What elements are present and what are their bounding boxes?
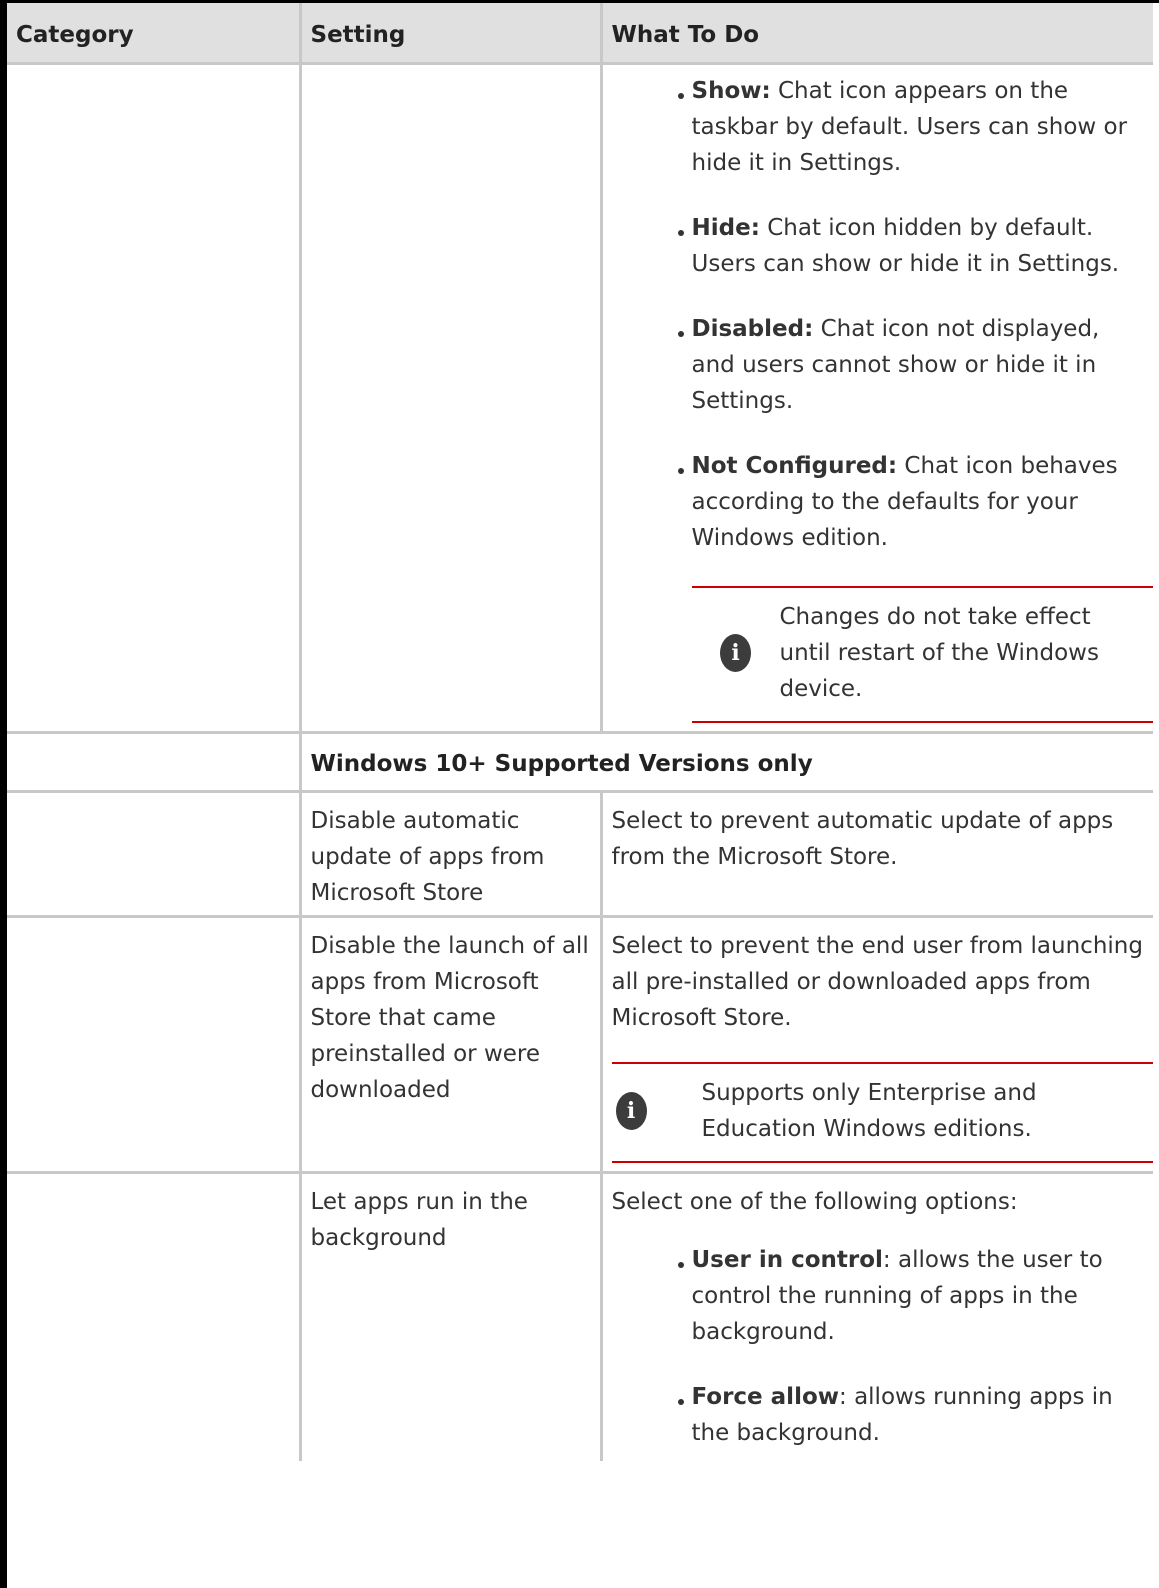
header-what-to-do: What To Do (599, 3, 1153, 65)
setting-cell: Disable automatic update of apps from Mi… (298, 790, 603, 918)
category-cell (7, 1171, 302, 1461)
description-text: Select one of the following options: (611, 1189, 1018, 1215)
left-border-rule (0, 0, 7, 1588)
info-icon: i (615, 1092, 647, 1130)
section-heading: Windows 10+ Supported Versions only (298, 731, 1153, 793)
list-item: Hide: Chat icon hidden by default. Users… (677, 210, 1146, 282)
table-row: Disable the launch of all apps from Micr… (7, 915, 1153, 1174)
info-icon: i (720, 634, 751, 672)
note-text: Supports only Enterprise and Education W… (701, 1080, 1037, 1142)
chat-options-list: Show: Chat icon appears on the taskbar b… (612, 73, 1146, 556)
setting-cell: Let apps run in the background (298, 1171, 603, 1461)
what-to-do-cell: Select one of the following options: Use… (599, 1171, 1153, 1461)
table-header-row: Category Setting What To Do (7, 3, 1153, 65)
what-to-do-cell: Show: Chat icon appears on the taskbar b… (599, 62, 1153, 734)
note-text: Changes do not take effect until restart… (779, 604, 1099, 702)
table-row: Show: Chat icon appears on the taskbar b… (7, 62, 1153, 734)
background-options-list: User in control: allows the user to cont… (612, 1242, 1146, 1451)
category-cell (7, 731, 302, 793)
info-note: i Changes do not take effect until resta… (691, 586, 1153, 723)
list-item: Disabled: Chat icon not displayed, and u… (677, 311, 1146, 419)
section-row: Windows 10+ Supported Versions only (7, 731, 1153, 793)
what-to-do-cell: Select to prevent automatic update of ap… (599, 790, 1153, 918)
category-cell (7, 790, 302, 918)
setting-cell (298, 62, 603, 734)
what-to-do-cell: Select to prevent the end user from laun… (599, 915, 1153, 1174)
description-text: Select to prevent the end user from laun… (611, 933, 1143, 1031)
list-item: Not Configured: Chat icon behaves accord… (677, 448, 1146, 556)
setting-cell: Disable the launch of all apps from Micr… (298, 915, 603, 1174)
info-note: i Supports only Enterprise and Education… (611, 1062, 1153, 1163)
list-item: Force allow: allows running apps in the … (677, 1379, 1146, 1451)
table-row: Let apps run in the background Select on… (7, 1171, 1153, 1461)
settings-table: Category Setting What To Do Show: Chat i… (7, 3, 1153, 1461)
header-category: Category (7, 3, 302, 65)
table-row: Disable automatic update of apps from Mi… (7, 790, 1153, 918)
header-setting: Setting (298, 3, 603, 65)
document-page: Category Setting What To Do Show: Chat i… (0, 0, 1159, 1588)
list-item: User in control: allows the user to cont… (677, 1242, 1146, 1350)
category-cell (7, 915, 302, 1174)
list-item: Show: Chat icon appears on the taskbar b… (677, 73, 1146, 181)
category-cell (7, 62, 302, 734)
